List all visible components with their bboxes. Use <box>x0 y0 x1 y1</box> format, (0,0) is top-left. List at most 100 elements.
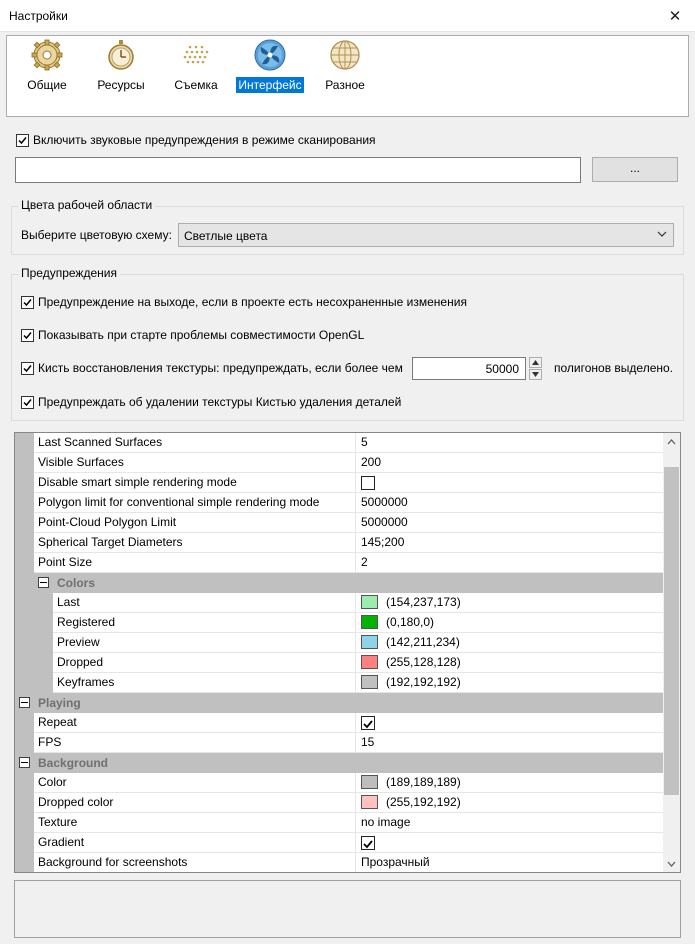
grid-property-value-cell[interactable]: (154,237,173) <box>356 593 663 613</box>
grid-property-value-cell[interactable]: Прозрачный <box>356 853 663 872</box>
color-swatch[interactable] <box>361 595 378 609</box>
grid-category-row[interactable]: Colors <box>15 573 663 593</box>
grid-property-value-cell[interactable]: (189,189,189) <box>356 773 663 793</box>
grid-property-value: (255,192,192) <box>386 795 461 809</box>
grid-property-value-cell[interactable]: 200 <box>356 453 663 473</box>
tab-label: Общие <box>27 78 67 92</box>
grid-property-value-cell[interactable]: (255,192,192) <box>356 793 663 813</box>
settings-tab-bar: Общие Ресурсы Съемка Интерфейс Разное <box>6 35 689 117</box>
collapse-icon[interactable] <box>19 757 30 768</box>
grid-property-value-cell[interactable]: (192,192,192) <box>356 673 663 693</box>
grid-property-value-cell[interactable] <box>356 473 663 493</box>
grid-category-row[interactable]: Playing <box>15 693 663 713</box>
grid-property-row[interactable]: Last (154,237,173) <box>15 593 663 613</box>
grid-property-name: Keyframes <box>53 673 356 693</box>
grid-property-value-cell[interactable]: 2 <box>356 553 663 573</box>
stopwatch-icon <box>108 40 134 70</box>
grid-gutter <box>15 433 34 453</box>
grid-property-value-cell[interactable]: 5000000 <box>356 513 663 533</box>
stepper-down-icon[interactable] <box>529 369 542 380</box>
grid-property-row[interactable]: FPS 15 <box>15 733 663 753</box>
scroll-up-icon[interactable] <box>663 433 680 450</box>
sound-file-input[interactable] <box>15 157 581 183</box>
grid-property-row[interactable]: Gradient <box>15 833 663 853</box>
grid-property-row[interactable]: Visible Surfaces 200 <box>15 453 663 473</box>
tab-general[interactable]: Общие <box>23 39 71 99</box>
grid-checkbox[interactable] <box>361 716 375 730</box>
stepper-up-icon[interactable] <box>529 357 542 368</box>
color-swatch[interactable] <box>361 655 378 669</box>
fan-icon <box>254 39 286 71</box>
texture-removal-label: Предупреждать об удалении текстуры Кисть… <box>38 395 402 409</box>
tab-interface[interactable]: Интерфейс <box>235 39 305 99</box>
color-swatch[interactable] <box>361 615 378 629</box>
grid-property-value-cell[interactable] <box>356 833 663 853</box>
collapse-icon[interactable] <box>38 577 49 588</box>
grid-gutter <box>15 493 34 513</box>
grid-property-value-cell[interactable]: (0,180,0) <box>356 613 663 633</box>
grid-property-value-cell[interactable]: (142,211,234) <box>356 633 663 653</box>
tab-resources[interactable]: Ресурсы <box>95 39 147 99</box>
scrollbar-thumb[interactable] <box>664 467 679 795</box>
grid-checkbox[interactable] <box>361 476 375 490</box>
texture-brush-checkbox[interactable] <box>21 362 34 375</box>
scroll-down-icon[interactable] <box>663 855 680 872</box>
grid-property-row[interactable]: Polygon limit for conventional simple re… <box>15 493 663 513</box>
grid-property-row[interactable]: Dropped (255,128,128) <box>15 653 663 673</box>
grid-property-value-cell[interactable]: 15 <box>356 733 663 753</box>
grid-property-value-cell[interactable]: (255,128,128) <box>356 653 663 673</box>
grid-property-row[interactable]: Background for screenshots Прозрачный <box>15 853 663 872</box>
grid-property-row[interactable]: Spherical Target Diameters 145;200 <box>15 533 663 553</box>
grid-gutter <box>15 773 34 793</box>
color-swatch[interactable] <box>361 635 378 649</box>
tab-capture[interactable]: Съемка <box>170 39 222 99</box>
grid-property-row[interactable]: Dropped color (255,192,192) <box>15 793 663 813</box>
browse-button[interactable]: ... <box>592 157 678 182</box>
grid-property-value-cell[interactable] <box>356 713 663 733</box>
grid-property-value-cell[interactable]: 5 <box>356 433 663 453</box>
grid-property-value-cell[interactable]: 145;200 <box>356 533 663 553</box>
opengl-issues-checkbox[interactable] <box>21 329 34 342</box>
close-icon[interactable]: ✕ <box>655 0 695 32</box>
group-title: Цвета рабочей области <box>18 198 156 212</box>
collapse-icon[interactable] <box>19 697 30 708</box>
grid-property-row[interactable]: Color (189,189,189) <box>15 773 663 793</box>
color-swatch[interactable] <box>361 775 378 789</box>
color-swatch[interactable] <box>361 795 378 809</box>
grid-property-row[interactable]: Last Scanned Surfaces 5 <box>15 433 663 453</box>
grid-gutter <box>34 653 53 673</box>
grid-property-row[interactable]: Keyframes (192,192,192) <box>15 673 663 693</box>
grid-property-value-cell[interactable]: no image <box>356 813 663 833</box>
grid-property-row[interactable]: Point-Cloud Polygon Limit 5000000 <box>15 513 663 533</box>
tab-misc[interactable]: Разное <box>321 39 369 99</box>
grid-property-value-cell[interactable]: 5000000 <box>356 493 663 513</box>
sound-warnings-checkbox[interactable] <box>16 134 29 147</box>
grid-property-row[interactable]: Repeat <box>15 713 663 733</box>
grid-gutter <box>15 553 34 573</box>
grid-property-row[interactable]: Registered (0,180,0) <box>15 613 663 633</box>
grid-property-name: Color <box>34 773 356 793</box>
grid-property-name: Preview <box>53 633 356 653</box>
grid-category-row[interactable]: Background <box>15 753 663 773</box>
grid-property-row[interactable]: Point Size 2 <box>15 553 663 573</box>
color-swatch[interactable] <box>361 675 378 689</box>
grid-property-row[interactable]: Preview (142,211,234) <box>15 633 663 653</box>
color-scheme-select[interactable]: Светлые цвета <box>178 223 674 247</box>
grid-property-name: Last Scanned Surfaces <box>34 433 356 453</box>
grid-property-row[interactable]: Texture no image <box>15 813 663 833</box>
grid-gutter <box>34 633 53 653</box>
property-grid: Last Scanned Surfaces 5 Visible Surfaces 20… <box>14 432 681 873</box>
polygon-threshold-stepper[interactable] <box>529 357 542 380</box>
texture-removal-checkbox[interactable] <box>21 396 34 409</box>
polygon-threshold-input[interactable]: 50000 <box>412 357 526 380</box>
grid-property-value: 2 <box>361 555 368 569</box>
grid-property-value: (189,189,189) <box>386 775 461 789</box>
grid-checkbox[interactable] <box>361 836 375 850</box>
grid-gutter <box>15 513 34 533</box>
grid-gutter <box>34 593 53 613</box>
grid-property-value: no image <box>361 815 411 829</box>
vertical-scrollbar[interactable] <box>663 433 680 872</box>
unsaved-changes-checkbox[interactable] <box>21 296 34 309</box>
grid-property-value: 15 <box>361 735 375 749</box>
grid-property-row[interactable]: Disable smart simple rendering mode <box>15 473 663 493</box>
